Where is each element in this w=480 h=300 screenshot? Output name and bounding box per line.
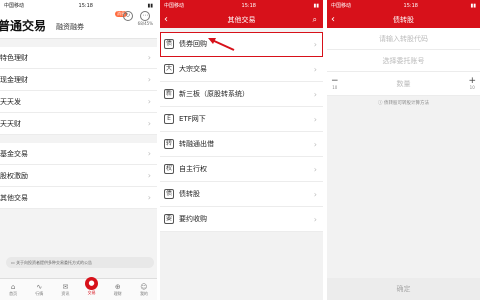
tab-trade[interactable]: ● 交易 xyxy=(79,277,105,300)
tab-wealth[interactable]: ⊕ 理财 xyxy=(105,279,131,300)
other-trading-list: 债 债券回购 › 大大宗交易 › 新新三板（原股转系统） › E ETF网下 › 转转融… xyxy=(160,32,323,232)
page-title: 普通交易 xyxy=(0,19,47,33)
chevron-right-icon: › xyxy=(147,193,151,202)
trading-home-screen: 中国移动 15:18 ▮▮ 普通交易 融资融券 消息 ↻ ⋯ 68/45% 特色… xyxy=(0,0,157,300)
menu-item-special-wealth[interactable]: 特色理财 › xyxy=(0,47,157,69)
bond-icon: 债 xyxy=(164,39,174,49)
menu-item-tiantiancai[interactable]: 天天财 › xyxy=(0,113,157,135)
refresh-button[interactable]: ↻ xyxy=(122,11,133,26)
chevron-right-icon: › xyxy=(313,114,317,124)
chevron-right-icon: › xyxy=(313,164,317,174)
chevron-right-icon: › xyxy=(147,97,151,106)
carrier: 中国移动 xyxy=(4,3,25,9)
chevron-right-icon: › xyxy=(313,214,317,224)
tab-news[interactable]: ✉ 资讯 xyxy=(52,279,78,300)
list-item-etf-offline[interactable]: E ETF网下 › xyxy=(160,107,323,132)
chevron-right-icon: › xyxy=(313,64,317,74)
search-icon[interactable]: ⌕ xyxy=(313,11,317,28)
status-time: 15:18 xyxy=(78,2,93,9)
chevron-right-icon: › xyxy=(313,139,317,149)
tab-market[interactable]: ∿ 行情 xyxy=(26,279,52,300)
quantity-input[interactable]: 数量 xyxy=(397,79,411,89)
more-button[interactable]: ⋯ 68/45% xyxy=(138,11,153,26)
chart-icon: ∿ xyxy=(36,282,43,291)
other-trading-screen: 中国移动 15:18 ▮▮ ‹ 其他交易 ⌕ 债 债券回购 › 大大宗交易 › 新… xyxy=(160,0,323,300)
list-item-neeq[interactable]: 新新三板（原股转系统） › xyxy=(160,82,323,107)
nav-bar: ‹ 债转股 xyxy=(327,11,480,28)
plus-icon: + xyxy=(468,76,476,86)
menu-item-equity-incentive[interactable]: 股权激励 › xyxy=(0,165,157,187)
home-icon: ⌂ xyxy=(10,282,16,291)
chevron-right-icon: › xyxy=(147,149,151,158)
back-arrow-icon[interactable]: ‹ xyxy=(164,11,168,28)
minus-icon: − xyxy=(331,76,339,86)
refresh-icon: ↻ xyxy=(122,11,133,21)
chevron-right-icon: › xyxy=(147,119,151,128)
block-trade-icon: 大 xyxy=(164,64,174,74)
menu-item-fund-trading[interactable]: 基金交易 › xyxy=(0,143,157,165)
menu-item-other-trading[interactable]: 其他交易 › xyxy=(0,187,157,209)
status-bar: 中国移动 15:18 ▮▮ xyxy=(0,0,157,11)
menu-item-tiantianfa[interactable]: 天天发 › xyxy=(0,91,157,113)
convert-icon: 债 xyxy=(164,189,174,199)
back-arrow-icon[interactable]: ‹ xyxy=(331,11,335,28)
chevron-right-icon: › xyxy=(313,189,317,199)
list-item-refinancing-lend[interactable]: 转转融通出借 › xyxy=(160,132,323,157)
tab-home[interactable]: ⌂ 首页 xyxy=(0,279,26,300)
bottom-tab-bar: ⌂ 首页 ∿ 行情 ✉ 资讯 ● 交易 ⊕ 理财 ☺ 我的 xyxy=(0,277,157,300)
chevron-right-icon: › xyxy=(147,171,151,180)
chevron-right-icon: › xyxy=(147,75,151,84)
nav-bar: ‹ 其他交易 ⌕ xyxy=(160,11,323,28)
list-item-bond-repo[interactable]: 债 债券回购 › xyxy=(160,32,323,57)
neeq-icon: 新 xyxy=(164,89,174,99)
list-item-tender-offer[interactable]: 要要约收购 › xyxy=(160,207,323,232)
trading-header: 普通交易 融资融券 消息 ↻ ⋯ 68/45% xyxy=(0,11,157,39)
more-icon: ⋯ xyxy=(140,11,151,21)
list-item-self-exercise[interactable]: 权自主行权 › xyxy=(160,157,323,182)
battery-icon: ▮▮ xyxy=(470,2,476,9)
status-bar: 中国移动 15:18 ▮▮ xyxy=(160,0,323,11)
tender-icon: 要 xyxy=(164,214,174,224)
increase-button[interactable]: +10 xyxy=(468,76,476,91)
user-icon: ☺ xyxy=(140,282,148,291)
list-item-bond-to-stock[interactable]: 债债转股 › xyxy=(160,182,323,207)
etf-icon: E xyxy=(164,114,174,124)
tab-me[interactable]: ☺ 我的 xyxy=(131,279,157,300)
account-select[interactable]: 选择委托账号 xyxy=(327,50,480,72)
page-title: 债转股 xyxy=(393,15,414,24)
margin-trading-tab[interactable]: 融资融券 xyxy=(56,22,84,32)
list-item-block-trade[interactable]: 大大宗交易 › xyxy=(160,57,323,82)
exercise-icon: 权 xyxy=(164,164,174,174)
chevron-right-icon: › xyxy=(313,39,317,49)
notice-text: 关于向投资者提供多种交易委托方式的公告 xyxy=(16,259,93,265)
more-caption: 68/45% xyxy=(137,21,153,26)
decrease-button[interactable]: −10 xyxy=(331,76,339,91)
red-annotation-arrow xyxy=(208,38,235,51)
battery-icon: ▮▮ xyxy=(147,2,153,9)
chevron-right-icon: › xyxy=(313,89,317,99)
mail-icon: ✉ xyxy=(62,282,69,291)
quantity-stepper: −10 数量 +10 xyxy=(327,72,480,96)
trade-icon: ● xyxy=(85,277,99,290)
calc-method-tip[interactable]: ⓘ 债转股可转股计算方法 xyxy=(327,100,480,106)
menu-item-cash-wealth[interactable]: 现金理财 › xyxy=(0,69,157,91)
page-title: 其他交易 xyxy=(227,15,256,24)
chevron-right-icon: › xyxy=(147,53,151,62)
battery-icon: ▮▮ xyxy=(313,2,319,9)
bond-conversion-screen: 中国移动 15:18 ▮▮ ‹ 债转股 请输入转股代码 选择委托账号 −10 数… xyxy=(327,0,480,300)
wealth-icon: ⊕ xyxy=(114,282,121,291)
confirm-button[interactable]: 确定 xyxy=(327,278,480,300)
notice-banner[interactable]: ▭ 关于向投资者提供多种交易委托方式的公告 xyxy=(6,257,154,268)
lend-icon: 转 xyxy=(164,139,174,149)
trading-menu: 特色理财 › 现金理财 › 天天发 › 天天财 › 基金交易 › 股权激励 › 其他交易 › xyxy=(0,47,157,209)
conversion-code-input[interactable]: 请输入转股代码 xyxy=(327,28,480,50)
status-bar: 中国移动 15:18 ▮▮ xyxy=(327,0,480,11)
